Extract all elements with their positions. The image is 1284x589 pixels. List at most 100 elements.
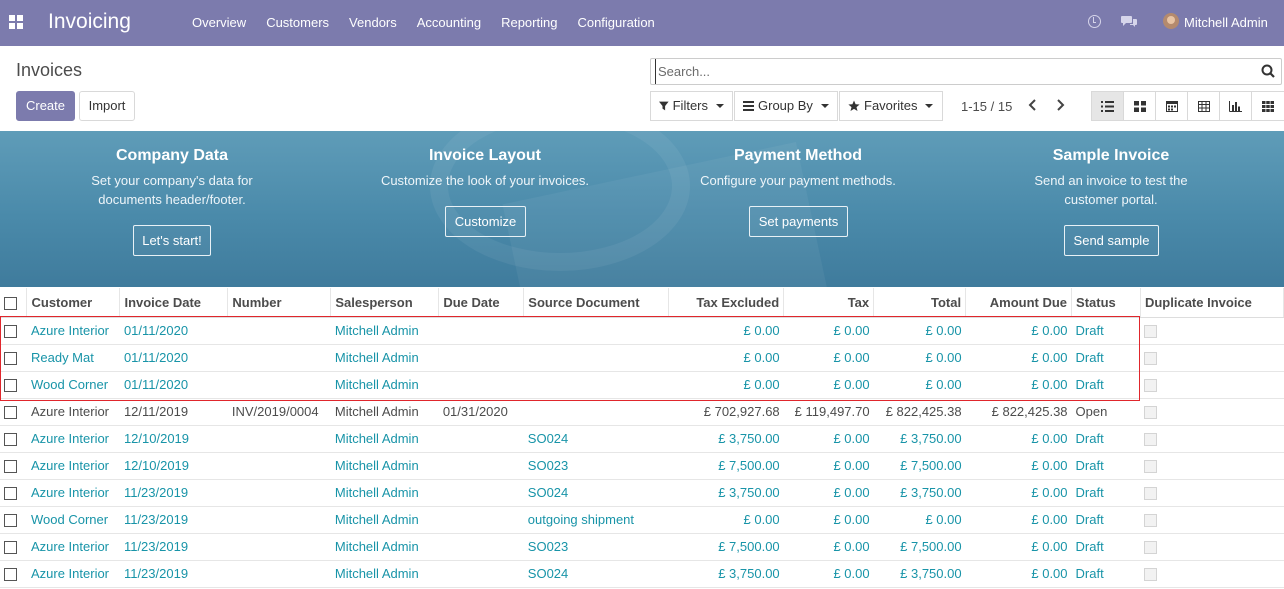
table-row[interactable]: Azure Interior 12/10/2019 Mitchell Admin SO… <box>0 452 1284 480</box>
kanban-view-icon[interactable] <box>1124 92 1156 120</box>
cell-status: Draft <box>1071 317 1141 345</box>
row-checkbox[interactable] <box>0 425 27 453</box>
send-sample-button[interactable]: Send sample <box>1064 225 1159 256</box>
table-row[interactable]: Azure Interior 11/23/2019 Mitchell Admin SO… <box>0 560 1284 588</box>
search-input[interactable] <box>655 59 1245 84</box>
table-row[interactable]: Azure Interior 12/11/2019 INV/2019/0004 Mit… <box>0 398 1284 426</box>
user-name[interactable]: Mitchell Admin <box>1184 15 1268 30</box>
cell-tax: £ 0.00 <box>783 452 874 480</box>
row-checkbox[interactable] <box>0 398 27 426</box>
cell-total: £ 0.00 <box>873 317 966 345</box>
menu-reporting[interactable]: Reporting <box>491 0 567 46</box>
menu-customers[interactable]: Customers <box>256 0 339 46</box>
bars-icon <box>743 101 754 111</box>
cell-invoice-date: 01/11/2020 <box>119 317 228 345</box>
cell-amount-due: £ 0.00 <box>965 533 1072 561</box>
menu-vendors[interactable]: Vendors <box>339 0 407 46</box>
cell-total: £ 7,500.00 <box>873 533 966 561</box>
row-checkbox[interactable] <box>0 506 27 534</box>
row-checkbox[interactable] <box>0 452 27 480</box>
row-checkbox[interactable] <box>0 344 27 372</box>
cell-amount-due: £ 822,425.38 <box>965 398 1072 426</box>
row-checkbox[interactable] <box>0 479 27 507</box>
col-tax-excluded[interactable]: Tax Excluded <box>668 288 785 318</box>
favorites-dropdown[interactable]: Favorites <box>839 91 943 121</box>
cell-status: Draft <box>1071 533 1141 561</box>
cell-due-date <box>438 560 524 588</box>
search-icon[interactable] <box>1261 64 1275 78</box>
cell-invoice-date: 11/23/2019 <box>119 533 228 561</box>
col-salesperson[interactable]: Salesperson <box>330 288 440 318</box>
cell-customer: Azure Interior <box>26 452 120 480</box>
col-amount-due[interactable]: Amount Due <box>965 288 1073 318</box>
pager-value[interactable]: 1-15 / 15 <box>961 99 1012 114</box>
groupby-dropdown[interactable]: Group By <box>734 91 838 121</box>
table-row[interactable]: Wood Corner 11/23/2019 Mitchell Admin outgo… <box>0 506 1284 534</box>
row-checkbox[interactable] <box>0 560 27 588</box>
table-row[interactable]: Ready Mat 01/11/2020 Mitchell Admin £ 0.00 £… <box>0 344 1284 372</box>
cell-total: £ 3,750.00 <box>873 425 966 453</box>
col-invoice-date[interactable]: Invoice Date <box>119 288 229 318</box>
step-company-data: Company Data Set your company's data for… <box>52 145 292 209</box>
cell-customer: Wood Corner <box>26 506 120 534</box>
cell-tax-excluded: £ 702,927.68 <box>668 398 784 426</box>
cell-number <box>227 425 331 453</box>
table-row[interactable]: Azure Interior 11/23/2019 Mitchell Admin SO… <box>0 533 1284 561</box>
apps-menu-icon[interactable] <box>9 15 23 29</box>
col-source-document[interactable]: Source Document <box>523 288 670 318</box>
col-due-date[interactable]: Due Date <box>438 288 525 318</box>
col-total[interactable]: Total <box>873 288 967 318</box>
grid-view-icon[interactable] <box>1252 92 1284 120</box>
menu-configuration[interactable]: Configuration <box>567 0 664 46</box>
menu-accounting[interactable]: Accounting <box>407 0 491 46</box>
cell-customer: Ready Mat <box>26 344 120 372</box>
table-row[interactable]: Wood Corner 01/11/2020 Mitchell Admin £ 0.0… <box>0 371 1284 399</box>
chevron-right-icon[interactable] <box>1054 98 1066 112</box>
cell-salesperson: Mitchell Admin <box>330 398 439 426</box>
graph-view-icon[interactable] <box>1220 92 1252 120</box>
calendar-view-icon[interactable] <box>1156 92 1188 120</box>
clock-icon[interactable] <box>1088 15 1101 28</box>
cell-tax: £ 0.00 <box>783 344 874 372</box>
avatar[interactable] <box>1163 13 1179 29</box>
set-payments-button[interactable]: Set payments <box>749 206 848 237</box>
cell-tax-excluded: £ 0.00 <box>668 371 784 399</box>
lets-start-button[interactable]: Let's start! <box>133 225 211 256</box>
cell-number <box>227 533 331 561</box>
duplicate-invoice-checkbox <box>1140 452 1284 480</box>
row-checkbox[interactable] <box>0 371 27 399</box>
cell-salesperson: Mitchell Admin <box>330 479 439 507</box>
table-row[interactable]: Azure Interior 11/23/2019 Mitchell Admin SO… <box>0 479 1284 507</box>
cell-customer: Azure Interior <box>26 479 120 507</box>
col-customer[interactable]: Customer <box>26 288 121 318</box>
groupby-label: Group By <box>758 98 813 113</box>
customize-button[interactable]: Customize <box>445 206 526 237</box>
chevron-left-icon[interactable] <box>1027 98 1039 112</box>
table-row[interactable]: Azure Interior 01/11/2020 Mitchell Admin £ … <box>0 317 1284 345</box>
row-checkbox[interactable] <box>0 317 27 345</box>
import-button[interactable]: Import <box>79 91 135 121</box>
chat-icon[interactable] <box>1121 14 1138 28</box>
select-all-checkbox[interactable] <box>0 288 28 318</box>
cell-source-document <box>523 344 669 372</box>
menu-overview[interactable]: Overview <box>182 0 256 46</box>
cell-status: Draft <box>1071 371 1141 399</box>
create-button[interactable]: Create <box>16 91 75 121</box>
table-row[interactable]: Azure Interior 12/10/2019 Mitchell Admin SO… <box>0 425 1284 453</box>
step-title: Payment Method <box>733 147 862 164</box>
cell-source-document <box>523 398 669 426</box>
col-duplicate-invoice[interactable]: Duplicate Invoice <box>1140 288 1284 318</box>
col-status[interactable]: Status <box>1071 288 1141 318</box>
cell-invoice-date: 01/11/2020 <box>119 371 228 399</box>
list-view-icon[interactable] <box>1092 92 1124 120</box>
pivot-view-icon[interactable] <box>1188 92 1220 120</box>
col-number[interactable]: Number <box>227 288 332 318</box>
col-tax[interactable]: Tax <box>783 288 875 318</box>
cell-source-document: SO023 <box>523 533 669 561</box>
row-checkbox[interactable] <box>0 533 27 561</box>
cell-tax: £ 0.00 <box>783 560 874 588</box>
cell-source-document: SO024 <box>523 425 669 453</box>
filters-dropdown[interactable]: Filters <box>650 91 733 121</box>
cell-status: Open <box>1071 398 1141 426</box>
cell-tax: £ 119,497.70 <box>783 398 874 426</box>
